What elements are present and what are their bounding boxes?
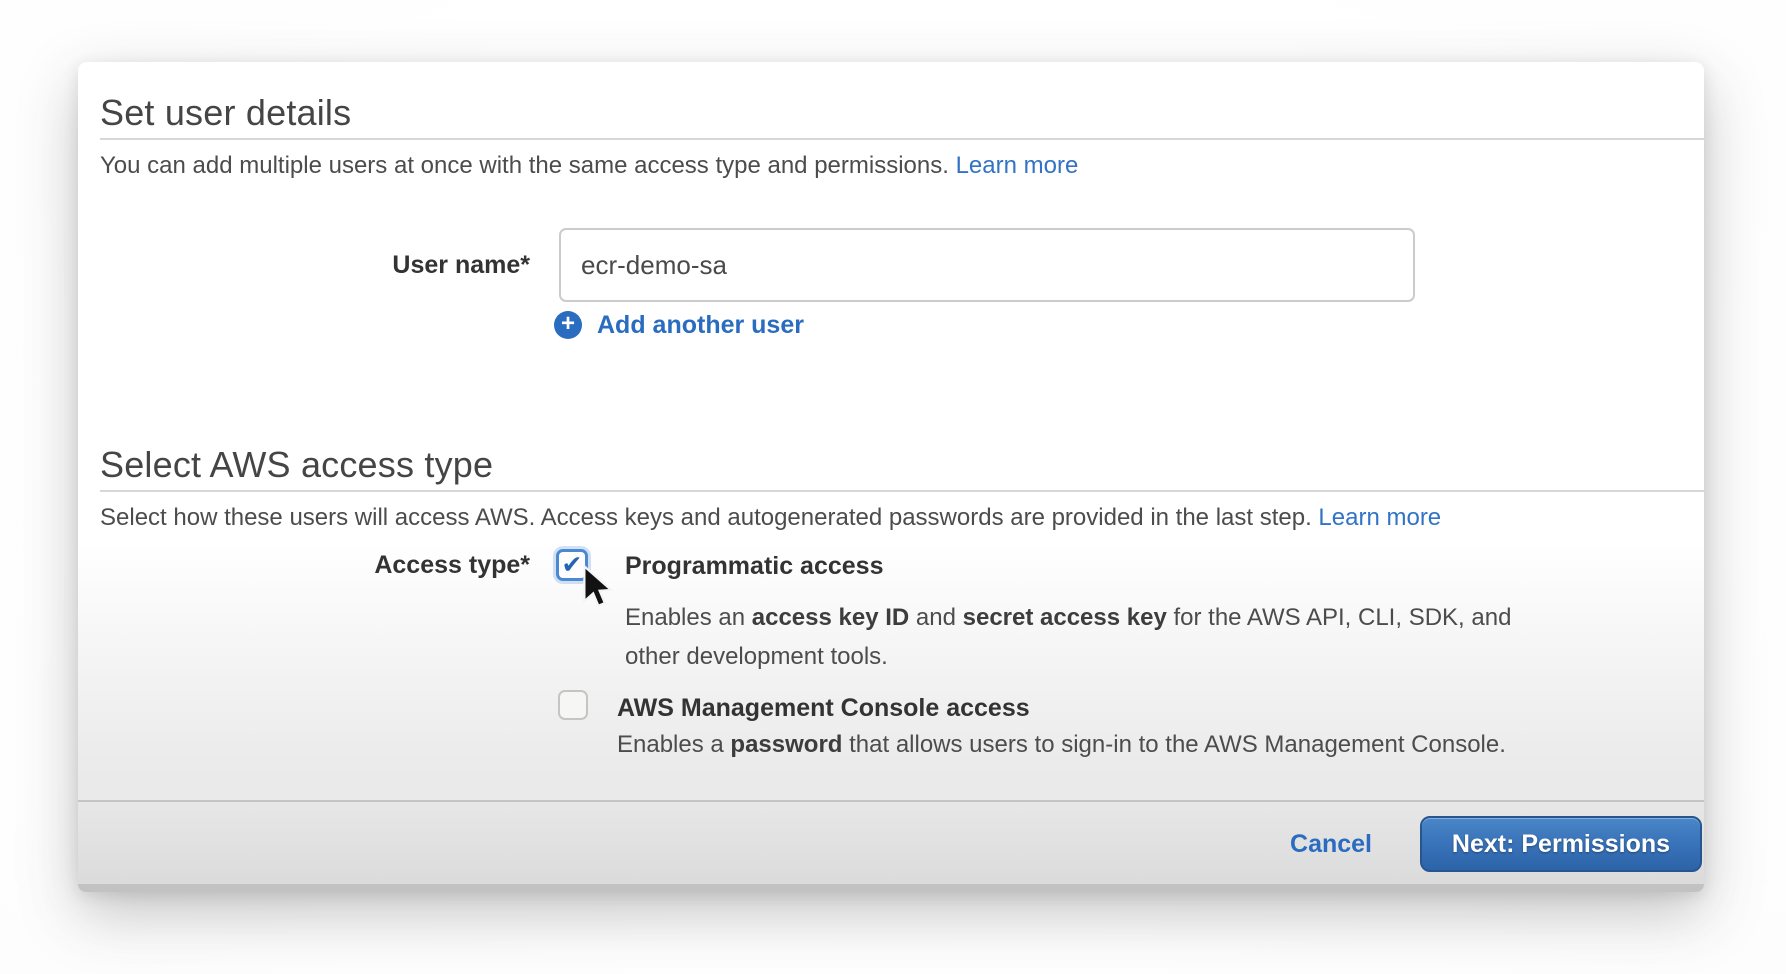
plus-circle-icon: +: [554, 311, 582, 339]
desc-bold: password: [730, 731, 842, 758]
programmatic-access-title: Programmatic access: [625, 552, 883, 581]
cancel-button[interactable]: Cancel: [1290, 830, 1372, 859]
desc-text: Enables an: [625, 604, 752, 631]
username-label: User name*: [78, 228, 530, 302]
section-title-access-type: Select AWS access type: [100, 444, 493, 486]
access-type-intro-text: Select how these users will access AWS. …: [100, 504, 1318, 531]
console-access-title: AWS Management Console access: [617, 694, 1030, 723]
learn-more-link-user-details[interactable]: Learn more: [956, 152, 1079, 179]
section-title-user-details: Set user details: [100, 92, 351, 134]
access-type-label: Access type*: [78, 549, 530, 582]
set-user-details-panel: Set user details You can add multiple us…: [78, 62, 1704, 892]
learn-more-link-access-type[interactable]: Learn more: [1318, 504, 1441, 531]
console-access-checkbox[interactable]: [558, 690, 588, 720]
plus-glyph: +: [561, 312, 575, 336]
next-permissions-button[interactable]: Next: Permissions: [1420, 816, 1702, 872]
divider: [100, 138, 1704, 140]
checkmark-icon: ✔: [562, 550, 583, 580]
user-details-intro-text: You can add multiple users at once with …: [100, 152, 956, 179]
desc-text: that allows users to sign-in to the AWS …: [842, 731, 1505, 758]
user-details-intro: You can add multiple users at once with …: [100, 152, 1078, 180]
wizard-footer: Cancel Next: Permissions: [78, 800, 1704, 892]
add-another-user-label: Add another user: [597, 311, 804, 340]
desc-text: for the AWS API, CLI, SDK, and: [1167, 604, 1512, 631]
programmatic-access-description: Enables an access key ID and secret acce…: [625, 598, 1511, 676]
programmatic-access-checkbox[interactable]: ✔: [556, 549, 588, 581]
access-type-intro: Select how these users will access AWS. …: [100, 504, 1441, 532]
console-access-description: Enables a password that allows users to …: [617, 730, 1506, 760]
add-another-user-button[interactable]: + Add another user: [554, 310, 804, 340]
desc-text: Enables a: [617, 731, 730, 758]
page-background: Set user details You can add multiple us…: [0, 0, 1786, 974]
divider: [100, 490, 1704, 492]
desc-text: and: [909, 604, 962, 631]
username-input[interactable]: [559, 228, 1415, 302]
desc-bold: access key ID: [752, 604, 909, 631]
desc-text: other development tools.: [625, 643, 888, 670]
desc-bold: secret access key: [963, 604, 1167, 631]
